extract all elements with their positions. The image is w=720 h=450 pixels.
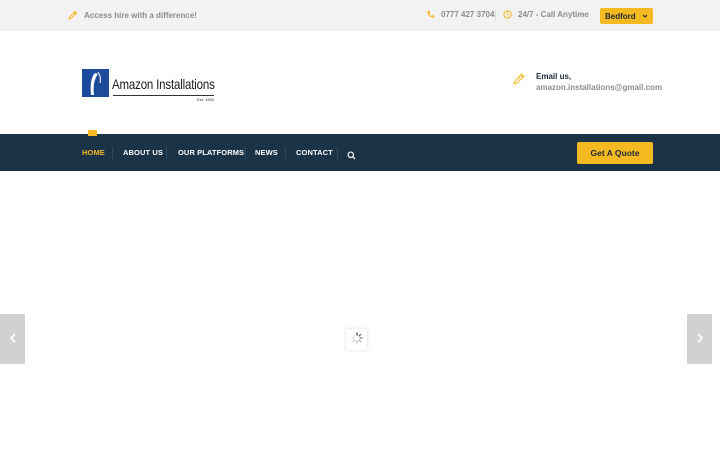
nav-separator	[245, 147, 246, 159]
nav-our-platforms[interactable]: OUR PLATFORMS	[178, 148, 244, 157]
contact-divider	[495, 11, 496, 21]
clock-icon	[503, 10, 512, 19]
phone-icon	[426, 10, 435, 19]
company-logo[interactable]: Amazon Installations Est. 1993	[82, 69, 215, 102]
email-contact[interactable]: Email us, amazon.installations@gmail.com	[513, 72, 662, 92]
location-value: Bedford	[605, 11, 636, 21]
phone-contact[interactable]: 0777 427 3704	[426, 10, 494, 19]
email-address[interactable]: amazon.installations@gmail.com	[536, 83, 662, 92]
phone-number: 0777 427 3704	[441, 10, 495, 19]
nav-separator	[285, 147, 286, 159]
nav-home[interactable]: HOME	[82, 148, 105, 157]
hours-text: 24/7 - Call Anytime	[518, 10, 589, 19]
email-label: Email us,	[536, 72, 572, 81]
site-header: Amazon Installations Est. 1993 Email us,…	[0, 31, 720, 134]
get-a-quote-button[interactable]: Get A Quote	[577, 142, 653, 164]
logo-name: Amazon Installations	[112, 76, 215, 92]
loading-spinner	[346, 329, 367, 350]
logo-rule	[113, 95, 214, 96]
nav-separator	[337, 147, 338, 159]
slider-next-button[interactable]	[687, 314, 712, 364]
pencil-icon	[68, 10, 78, 20]
chevron-left-icon	[9, 330, 17, 348]
nav-separator	[166, 147, 167, 159]
tagline: Access hire with a difference!	[68, 10, 197, 20]
nav-about-us[interactable]: ABOUT US	[123, 148, 163, 157]
slider-prev-button[interactable]	[0, 314, 25, 364]
logo-mark	[82, 69, 109, 97]
nav-contact[interactable]: CONTACT	[296, 148, 333, 157]
hero-slider	[0, 171, 720, 450]
spinner-icon	[350, 331, 363, 349]
nav-news[interactable]: NEWS	[255, 148, 278, 157]
chevron-down-icon	[642, 12, 648, 21]
logo-established: Est. 1993	[197, 97, 214, 102]
chevron-right-icon	[696, 330, 704, 348]
tagline-text: Access hire with a difference!	[84, 10, 197, 20]
pencil-icon	[513, 72, 526, 90]
search-icon[interactable]	[347, 147, 356, 165]
nav-separator	[112, 147, 113, 159]
active-indicator	[88, 130, 97, 136]
location-select[interactable]: Bedford	[600, 8, 653, 24]
top-bar: Access hire with a difference! 0777 427 …	[0, 0, 720, 31]
hours-contact: 24/7 - Call Anytime	[503, 10, 589, 19]
